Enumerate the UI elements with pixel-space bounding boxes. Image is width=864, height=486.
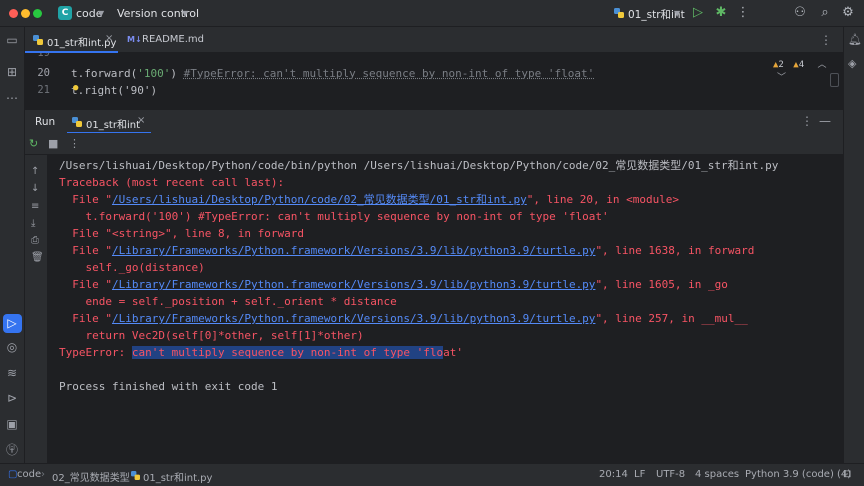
soft-wrap-icon[interactable]: ≡	[31, 201, 39, 212]
tab-readme-md[interactable]: README.md	[142, 34, 204, 45]
console-command-line: /Users/lishuai/Desktop/Python/code/bin/p…	[59, 159, 779, 172]
code-editor[interactable]: 19 20 t.forward('100') #TypeError: can't…	[25, 53, 843, 97]
python-interpreter[interactable]: Python 3.9 (code) (4)	[745, 469, 851, 480]
traceback-header: Traceback (most recent call last):	[59, 176, 285, 189]
lightbulb-icon[interactable]: ●	[73, 83, 78, 93]
traceback-frame: File "/Library/Frameworks/Python.framewo…	[59, 244, 755, 257]
run-panel-title: Run	[35, 116, 56, 128]
git-icon[interactable]: ⑂	[5, 442, 19, 456]
traceback-code: t.forward('100') #TypeError: can't multi…	[59, 210, 609, 223]
more-tools-icon[interactable]: ⋯	[5, 91, 19, 105]
close-window-button[interactable]	[9, 9, 18, 18]
stop-icon[interactable]: ■	[48, 137, 58, 150]
error-message[interactable]: TypeError: can't multiply sequence by no…	[59, 346, 463, 360]
chevron-up-icon: ︿	[817, 60, 827, 70]
arrow-down-icon[interactable]: ↓	[31, 183, 39, 194]
print-icon[interactable]: ⎙	[31, 235, 39, 246]
minimize-window-button[interactable]	[21, 9, 30, 18]
traceback-code: return Vec2D(self[0]*other, self[1]*othe…	[59, 329, 364, 342]
status-bar: ▢ code › 02_常见数据类型 › 01_str和int.py 20:14…	[0, 463, 864, 486]
line-separator[interactable]: LF	[634, 469, 645, 480]
lock-icon[interactable]: ⊡	[843, 469, 851, 480]
services-icon[interactable]: ⊳	[5, 391, 19, 405]
tab-01-str-int-py[interactable]: 01_str和int.py ×	[25, 27, 118, 53]
more-actions-icon[interactable]: ⋮	[69, 137, 80, 150]
chevron-down-icon[interactable]: ▼	[182, 9, 188, 18]
layers-icon[interactable]: ≋	[5, 366, 19, 380]
file-encoding[interactable]: UTF-8	[656, 469, 685, 480]
python-file-icon	[33, 35, 43, 45]
chevron-down-icon[interactable]: ▼	[98, 9, 104, 18]
title-bar: C code ▼ Version control ▼ 01_str和int ▼ …	[0, 0, 864, 27]
right-tool-strip: 🔔︎ ◈	[843, 27, 864, 463]
editor-tab-bar: 01_str和int.py × M↓ README.md ⋮	[25, 27, 843, 53]
python-file-icon	[72, 117, 82, 127]
trash-icon[interactable]: 🗑︎	[31, 252, 44, 263]
run-icon[interactable]: ▷	[691, 6, 705, 20]
code-line[interactable]: t.forward('100') #TypeError: can't multi…	[71, 67, 594, 80]
line-number: 19	[37, 53, 50, 59]
python-console-icon[interactable]: ◎	[5, 340, 19, 354]
run-icon: ▷	[7, 316, 17, 330]
scroll-to-end-icon[interactable]: ⤓	[31, 218, 35, 229]
close-icon[interactable]: ×	[137, 115, 145, 126]
more-actions-icon[interactable]: ⋮	[736, 6, 750, 20]
console-output[interactable]: /Users/lishuai/Desktop/Python/code/bin/p…	[47, 155, 843, 463]
file-link[interactable]: /Users/lishuai/Desktop/Python/code/02_常见…	[112, 193, 527, 206]
left-tool-strip: ▭ ⊞ ⋯ ▷ ◎ ≋ ⊳ ▣ ⓘ	[0, 27, 25, 463]
code-line[interactable]: t.right('90')	[71, 84, 157, 97]
chevron-down-icon: ﹀	[777, 73, 787, 83]
console-actions: ↑ ↓ ≡ ⤓ ⎙ 🗑︎	[25, 155, 47, 463]
rerun-icon[interactable]: ↻	[29, 137, 38, 150]
breadcrumb-project[interactable]: code	[17, 469, 41, 480]
file-link[interactable]: /Library/Frameworks/Python.framework/Ver…	[112, 278, 595, 291]
traceback-code: ende = self._position + self._orient * d…	[59, 295, 397, 308]
project-badge[interactable]: C	[58, 6, 72, 20]
breadcrumb-separator: ›	[119, 469, 123, 480]
text-selection: can't multiply sequence by non-int of ty…	[131, 346, 444, 359]
line-number: 21	[37, 84, 50, 96]
structure-icon[interactable]: ⊞	[5, 65, 19, 79]
traceback-frame: File "/Library/Frameworks/Python.framewo…	[59, 278, 728, 291]
file-link[interactable]: /Library/Frameworks/Python.framework/Ver…	[112, 312, 595, 325]
folder-icon[interactable]: ▭	[5, 33, 19, 47]
traceback-frame: File "/Users/lishuai/Desktop/Python/code…	[59, 193, 680, 206]
breadcrumb-file[interactable]: 01_str和int.py	[143, 469, 212, 484]
traceback-frame: File "<string>", line 8, in forward	[59, 227, 305, 240]
zoom-window-button[interactable]	[33, 9, 42, 18]
markdown-file-icon: M↓	[127, 35, 142, 44]
breadcrumb-separator: ›	[41, 469, 45, 480]
minimize-icon[interactable]: —	[819, 114, 831, 128]
run-toolbar: ↻ ■ ⋮	[25, 133, 843, 155]
debug-icon[interactable]: ✱	[714, 6, 728, 20]
chevron-down-icon[interactable]: ▼	[674, 9, 680, 18]
run-tab-label: 01_str和int	[86, 120, 141, 131]
exit-message: Process finished with exit code 1	[59, 380, 278, 393]
indent-setting[interactable]: 4 spaces	[695, 469, 739, 480]
gear-icon[interactable]: ⚙	[841, 6, 855, 20]
ai-assistant-icon[interactable]: ◈	[848, 57, 856, 70]
traceback-code: self._go(distance)	[59, 261, 205, 274]
run-panel-header: Run 01_str和int × ⋮ —	[25, 109, 843, 134]
python-file-icon	[131, 471, 140, 480]
search-icon[interactable]: ⌕	[818, 6, 832, 20]
add-user-icon[interactable]: ⚇	[793, 6, 807, 20]
terminal-icon[interactable]: ▣	[5, 417, 19, 431]
line-number: 20	[37, 67, 50, 79]
close-icon[interactable]: ×	[105, 33, 113, 44]
arrow-up-icon[interactable]: ↑	[31, 166, 39, 177]
editor-scrollbar-thumb[interactable]	[830, 73, 839, 87]
python-file-icon	[614, 8, 624, 18]
caret-position[interactable]: 20:14	[599, 469, 628, 480]
notifications-icon[interactable]: 🔔︎	[848, 33, 862, 46]
more-options-icon[interactable]: ⋮	[801, 114, 813, 128]
traceback-frame: File "/Library/Frameworks/Python.framewo…	[59, 312, 748, 325]
more-tabs-icon[interactable]: ⋮	[820, 33, 832, 47]
file-link[interactable]: /Library/Frameworks/Python.framework/Ver…	[112, 244, 595, 257]
